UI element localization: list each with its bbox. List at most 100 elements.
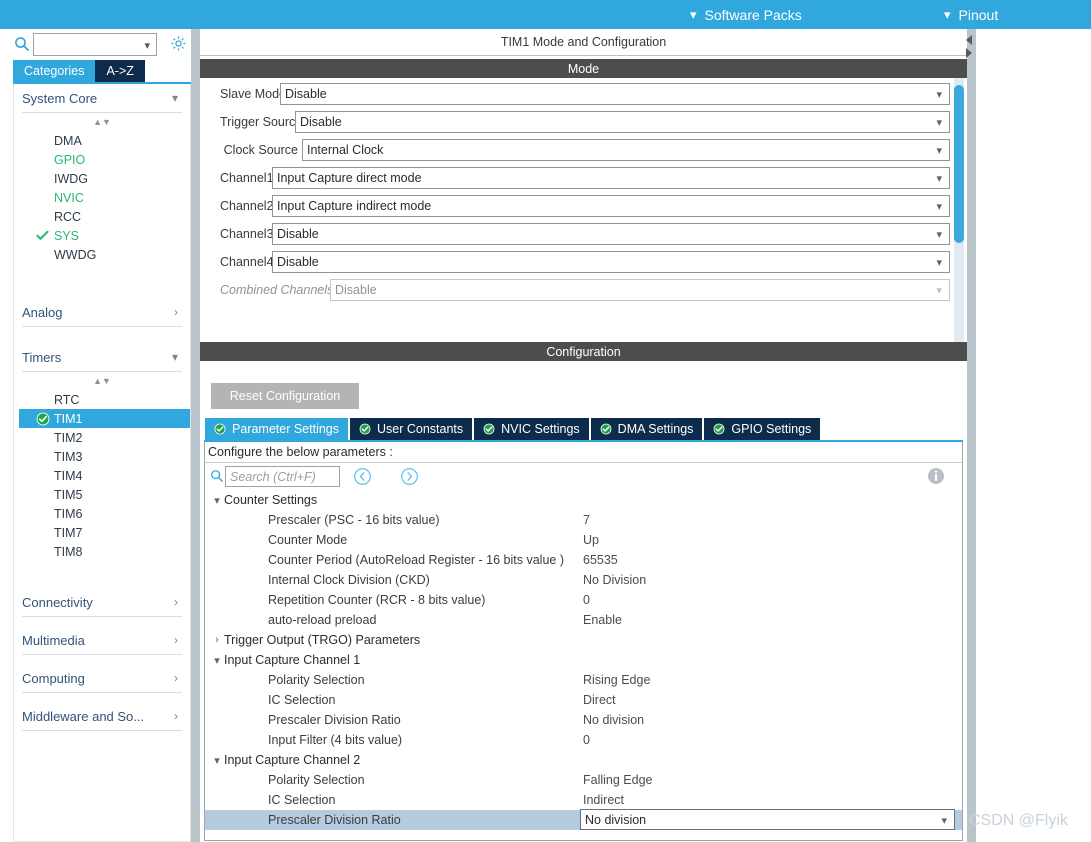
param-row-counter-period[interactable]: Counter Period (AutoReload Register - 16… [205, 550, 962, 570]
param-group-counter-settings[interactable]: ▾ Counter Settings [205, 490, 962, 510]
sidebar-item-tim7[interactable]: TIM7 [14, 523, 190, 542]
sidebar-item-tim2[interactable]: TIM2 [14, 428, 190, 447]
param-row-prescaler[interactable]: Prescaler (PSC - 16 bits value) 7 [205, 510, 962, 530]
param-name-ic1-polarity-selection: Polarity Selection [268, 673, 365, 687]
peripheral-tree: System Core ▾ ▲▼ DMA GPIO IWDG NVIC RCC [13, 84, 191, 842]
chevron-right-circle-icon[interactable] [400, 467, 419, 486]
slave-mode-value: Disable [285, 87, 327, 101]
tab-gpio-settings[interactable]: GPIO Settings [704, 418, 821, 440]
param-group-trgo-parameters[interactable]: › Trigger Output (TRGO) Parameters [205, 630, 962, 650]
sidebar-group-middleware[interactable]: Middleware and So... › [22, 702, 182, 731]
sidebar-group-multimedia[interactable]: Multimedia › [22, 626, 182, 655]
param-row-ic2-prescaler-division-ratio[interactable]: Prescaler Division Ratio No division ▾ [205, 809, 962, 830]
slave-mode-select[interactable]: Disable ▾ [280, 83, 950, 105]
sidebar-group-label-computing: Computing [22, 670, 85, 686]
param-row-ic1-input-filter[interactable]: Input Filter (4 bits value) 0 [205, 730, 962, 750]
sidebar-item-label-tim1: TIM1 [54, 411, 83, 426]
tab-parameter-settings[interactable]: Parameter Settings [205, 418, 348, 440]
gear-icon[interactable] [170, 35, 187, 52]
sidebar-item-rcc[interactable]: RCC [14, 207, 190, 226]
param-row-auto-reload-preload[interactable]: auto-reload preload Enable [205, 610, 962, 630]
sidebar-item-tim3[interactable]: TIM3 [14, 447, 190, 466]
channel4-select[interactable]: Disable ▾ [272, 251, 950, 273]
sidebar-item-tim5[interactable]: TIM5 [14, 485, 190, 504]
param-value-counter-mode: Up [583, 533, 599, 547]
sidebar-item-sys[interactable]: SYS [14, 226, 190, 245]
sidebar-splitter[interactable] [191, 29, 200, 842]
sidebar-item-wwdg[interactable]: WWDG [14, 245, 190, 264]
chevron-left-circle-icon[interactable] [353, 467, 372, 486]
channel3-select[interactable]: Disable ▾ [272, 223, 950, 245]
combined-channels-value: Disable [335, 283, 377, 297]
sidebar-search-combo[interactable]: ▾ [33, 33, 157, 56]
sidebar-tab-categories[interactable]: Categories [13, 60, 96, 82]
panel-collapse-arrows-icon[interactable] [963, 33, 975, 61]
topbar-item-software-packs[interactable]: ▾ Software Packs [690, 0, 802, 29]
trigger-source-select[interactable]: Disable ▾ [295, 111, 950, 133]
sidebar-group-timers[interactable]: Timers ▾ [22, 343, 182, 372]
mode-row-slave-mode: Slave Mode Disable ▾ [220, 82, 950, 106]
search-icon [210, 469, 224, 483]
tab-label-nvic-settings: NVIC Settings [501, 422, 580, 436]
param-group-input-capture-channel-2[interactable]: ▾ Input Capture Channel 2 [205, 750, 962, 770]
sidebar-group-label-middleware: Middleware and So... [22, 708, 145, 724]
mode-scrollbar-thumb[interactable] [954, 85, 964, 243]
mode-section-header: Mode [200, 59, 967, 78]
chevron-down-icon: ▾ [936, 117, 942, 129]
sidebar-tab-a-to-z[interactable]: A->Z [95, 60, 145, 82]
scroll-spinner-icon[interactable]: ▲ ▼ [14, 113, 190, 131]
mode-scrollbar[interactable] [953, 78, 965, 342]
tab-label-user-constants: User Constants [377, 422, 464, 436]
sidebar-item-tim8[interactable]: TIM8 [14, 542, 190, 561]
parameter-settings-panel: Configure the below parameters : Search … [204, 442, 963, 841]
combined-channels-select: Disable ▾ [330, 279, 950, 301]
clock-source-select[interactable]: Internal Clock ▾ [302, 139, 950, 161]
ic2-prescaler-division-ratio-select[interactable]: No division ▾ [580, 809, 955, 830]
sidebar-item-iwdg[interactable]: IWDG [14, 169, 190, 188]
scroll-spinner-icon[interactable]: ▲ ▼ [14, 372, 190, 390]
param-row-ic2-polarity-selection[interactable]: Polarity Selection Falling Edge [205, 770, 962, 790]
sidebar-group-system-core[interactable]: System Core ▾ [22, 84, 182, 113]
channel1-select[interactable]: Input Capture direct mode ▾ [272, 167, 950, 189]
sidebar-item-tim6[interactable]: TIM6 [14, 504, 190, 523]
param-group-label-input-capture-channel-1: Input Capture Channel 1 [224, 653, 361, 667]
chevron-right-icon: › [215, 634, 219, 646]
param-group-label-input-capture-channel-2: Input Capture Channel 2 [224, 753, 361, 767]
param-row-ic1-polarity-selection[interactable]: Polarity Selection Rising Edge [205, 670, 962, 690]
param-value-prescaler: 7 [583, 513, 590, 527]
tab-user-constants[interactable]: User Constants [350, 418, 473, 440]
sidebar-item-dma[interactable]: DMA [14, 131, 190, 150]
tab-dma-settings[interactable]: DMA Settings [590, 418, 703, 440]
channel2-select[interactable]: Input Capture indirect mode ▾ [272, 195, 950, 217]
chevron-right-icon: › [174, 709, 178, 723]
reset-configuration-button[interactable]: Reset Configuration [211, 383, 359, 409]
param-row-ic1-prescaler-division-ratio[interactable]: Prescaler Division Ratio No division [205, 710, 962, 730]
topbar-item-pinout[interactable]: ▾ Pinout [944, 0, 998, 29]
param-name-repetition-counter: Repetition Counter (RCR - 8 bits value) [268, 593, 486, 607]
param-row-ic1-ic-selection[interactable]: IC Selection Direct [205, 690, 962, 710]
sidebar-group-computing[interactable]: Computing › [22, 664, 182, 693]
param-name-ic1-prescaler-division-ratio: Prescaler Division Ratio [268, 713, 401, 727]
sidebar-item-rtc[interactable]: RTC [14, 390, 190, 409]
parameter-search-row: Search (Ctrl+F) [205, 463, 962, 490]
sidebar-item-nvic[interactable]: NVIC [14, 188, 190, 207]
info-icon[interactable] [927, 467, 945, 485]
right-splitter[interactable] [967, 29, 976, 842]
mode-label-channel2: Channel2 [220, 199, 274, 213]
sidebar-group-analog[interactable]: Analog › [22, 298, 182, 327]
param-group-input-capture-channel-1[interactable]: ▾ Input Capture Channel 1 [205, 650, 962, 670]
sidebar-group-connectivity[interactable]: Connectivity › [22, 588, 182, 617]
sidebar-item-tim1[interactable]: TIM1 [19, 409, 190, 428]
param-row-repetition-counter[interactable]: Repetition Counter (RCR - 8 bits value) … [205, 590, 962, 610]
parameter-search-input[interactable]: Search (Ctrl+F) [225, 466, 340, 487]
param-row-counter-mode[interactable]: Counter Mode Up [205, 530, 962, 550]
mode-label-channel3: Channel3 [220, 227, 274, 241]
sidebar-item-tim4[interactable]: TIM4 [14, 466, 190, 485]
param-row-internal-clock-division[interactable]: Internal Clock Division (CKD) No Divisio… [205, 570, 962, 590]
tab-nvic-settings[interactable]: NVIC Settings [474, 418, 589, 440]
chevron-down-icon: ▾ [936, 257, 942, 269]
mode-label-trigger-source: Trigger Source [220, 115, 303, 129]
param-row-ic2-ic-selection[interactable]: IC Selection Indirect [205, 790, 962, 810]
sidebar-item-gpio[interactable]: GPIO [14, 150, 190, 169]
